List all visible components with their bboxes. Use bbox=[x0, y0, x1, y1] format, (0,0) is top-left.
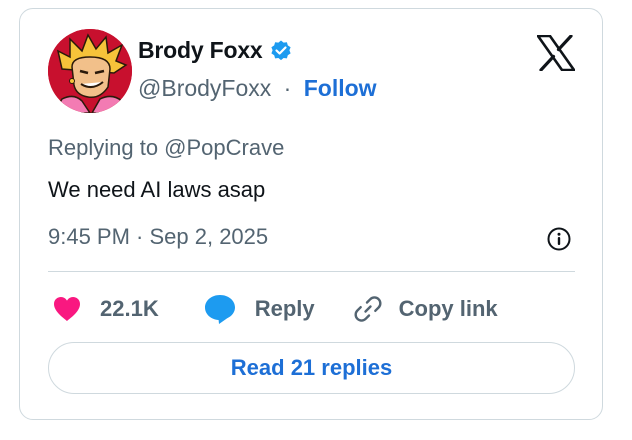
name-row: Brody Foxx bbox=[138, 37, 293, 64]
handle-row: @BrodyFoxx · Follow bbox=[138, 75, 377, 102]
divider bbox=[48, 271, 575, 272]
verified-badge-icon bbox=[269, 39, 293, 63]
x-logo-icon[interactable] bbox=[536, 34, 576, 72]
speech-bubble-icon bbox=[204, 295, 235, 324]
replying-to[interactable]: Replying to @PopCrave bbox=[48, 135, 284, 161]
link-icon bbox=[354, 296, 382, 322]
tweet-text: We need AI laws asap bbox=[48, 177, 266, 202]
heart-icon bbox=[54, 297, 80, 321]
like-button[interactable]: 22.1K bbox=[52, 295, 159, 323]
copy-link-button[interactable]: Copy link bbox=[353, 294, 498, 324]
reply-label: Reply bbox=[254, 296, 315, 321]
display-name[interactable]: Brody Foxx bbox=[138, 37, 263, 64]
read-replies-label: Read 21 replies bbox=[230, 355, 393, 380]
tweet-card: Brody Foxx @BrodyFoxx · Follow Replying … bbox=[19, 8, 603, 420]
action-bar: 22.1K Reply Copy link bbox=[48, 289, 498, 329]
info-icon[interactable] bbox=[546, 226, 572, 252]
reply-button[interactable]: Reply bbox=[203, 293, 315, 325]
read-replies-button[interactable]: Read 21 replies bbox=[48, 342, 575, 394]
avatar-image bbox=[48, 29, 132, 113]
user-handle[interactable]: @BrodyFoxx bbox=[138, 75, 271, 101]
like-count: 22.1K bbox=[100, 296, 159, 321]
avatar[interactable] bbox=[48, 29, 132, 113]
tweet-timestamp[interactable]: 9:45 PM · Sep 2, 2025 bbox=[48, 224, 268, 250]
copy-link-label: Copy link bbox=[398, 296, 498, 321]
separator-dot: · bbox=[283, 75, 292, 101]
follow-button[interactable]: Follow bbox=[304, 75, 377, 101]
